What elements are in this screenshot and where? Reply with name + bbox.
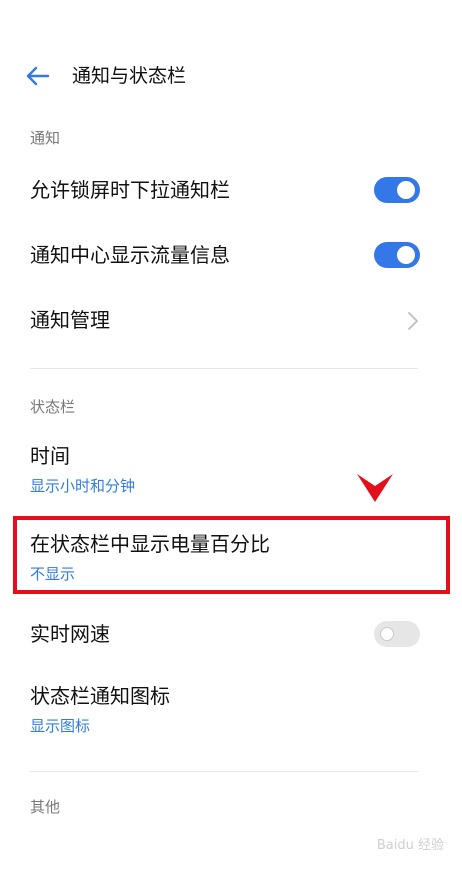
section-label-notification: 通知 <box>30 129 61 147</box>
setting-traffic-info[interactable]: 通知中心显示流量信息 <box>0 236 462 276</box>
watermark: Baidu 经验 <box>376 838 444 853</box>
back-button[interactable] <box>22 62 52 90</box>
realtime-speed-toggle[interactable] <box>374 621 420 647</box>
setting-title: 时间 <box>30 444 70 468</box>
chevron-right-icon <box>406 310 420 332</box>
setting-statusbar-icons[interactable]: 状态栏通知图标 显示图标 <box>0 680 462 740</box>
section-divider <box>30 368 418 369</box>
setting-title: 通知中心显示流量信息 <box>30 243 230 267</box>
section-divider <box>30 771 418 772</box>
toggle-knob <box>397 181 415 199</box>
highlight-annotation-box <box>13 516 450 594</box>
setting-title: 通知管理 <box>30 308 110 332</box>
section-label-other: 其他 <box>30 798 61 816</box>
setting-notification-management[interactable]: 通知管理 <box>0 302 462 342</box>
app-header: 通知与状态栏 <box>0 52 462 100</box>
setting-realtime-speed[interactable]: 实时网速 <box>0 616 462 656</box>
page-title: 通知与状态栏 <box>72 65 187 87</box>
setting-lockscreen-pulldown[interactable]: 允许锁屏时下拉通知栏 <box>0 170 462 210</box>
back-arrow-icon <box>26 66 50 86</box>
setting-title: 状态栏通知图标 <box>30 684 170 708</box>
setting-title: 实时网速 <box>30 622 110 646</box>
setting-subtitle: 显示图标 <box>30 717 91 735</box>
setting-subtitle: 显示小时和分钟 <box>30 477 136 495</box>
toggle-knob <box>380 627 394 641</box>
lockscreen-pulldown-toggle[interactable] <box>374 177 420 203</box>
traffic-info-toggle[interactable] <box>374 242 420 268</box>
section-label-statusbar: 状态栏 <box>30 398 76 416</box>
toggle-knob <box>397 246 415 264</box>
setting-title: 允许锁屏时下拉通知栏 <box>30 178 230 202</box>
arrow-down-icon <box>356 472 394 504</box>
